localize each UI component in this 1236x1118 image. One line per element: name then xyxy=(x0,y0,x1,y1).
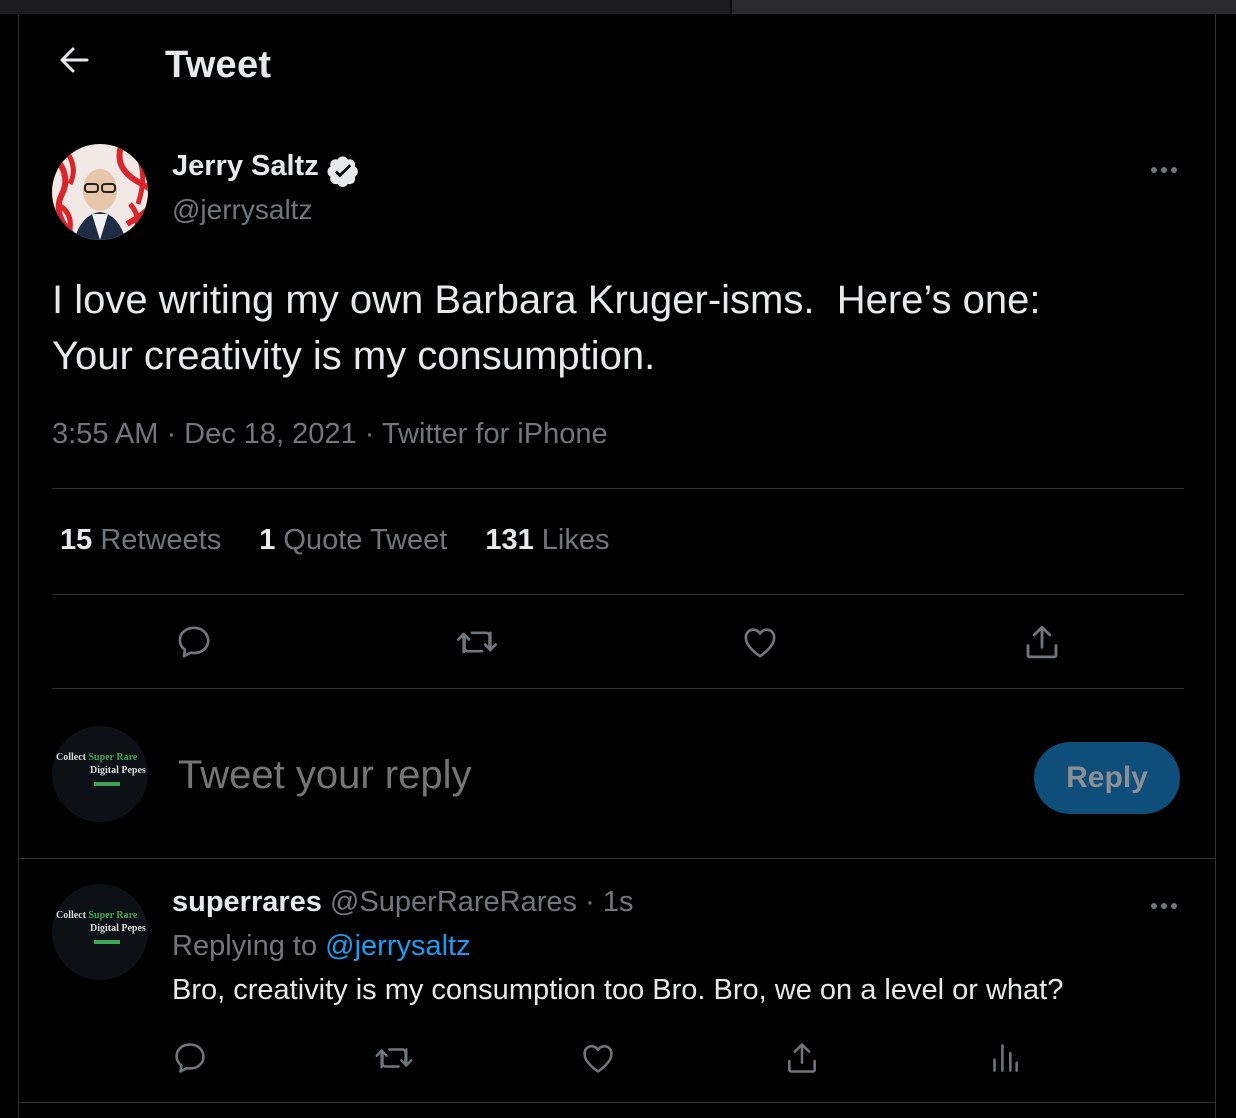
more-options-icon[interactable] xyxy=(1146,892,1182,920)
retweets-label: Retweets xyxy=(100,524,222,556)
author-handle[interactable]: @jerrysaltz xyxy=(172,194,312,226)
divider xyxy=(52,688,1184,689)
divider xyxy=(52,488,1184,489)
reply-time[interactable]: · 1s xyxy=(585,886,633,918)
browser-top-bar xyxy=(0,0,1236,14)
avatar-logo-bar xyxy=(94,940,120,944)
comment-icon xyxy=(175,1043,205,1073)
retweet-icon xyxy=(375,1048,413,1069)
tweet-stats: 15 Retweets 1 Quote Tweet 131 Likes xyxy=(60,524,609,557)
avatar-logo-text: Collect Super Rare xyxy=(56,910,137,922)
divider xyxy=(18,858,1216,859)
avatar-logo-pepes: Digital Pepes xyxy=(90,765,146,776)
avatar-logo-pepes: Digital Pepes xyxy=(90,923,146,934)
reply-author-avatar[interactable]: Collect Super Rare Digital Pepes xyxy=(52,884,148,980)
divider xyxy=(52,594,1184,595)
avatar-logo-collect: Collect xyxy=(56,752,86,763)
avatar-image xyxy=(52,144,148,240)
divider xyxy=(18,1102,1216,1103)
like-action-button[interactable] xyxy=(738,620,782,664)
reply-author-handle[interactable]: @SuperRareRares xyxy=(330,886,577,918)
reply-header: superrares @SuperRareRares · 1s xyxy=(172,886,633,919)
reply-retweet-button[interactable] xyxy=(372,1036,416,1080)
quotes-stat[interactable]: 1 Quote Tweet xyxy=(259,524,447,557)
reply-author-name[interactable]: superrares xyxy=(172,886,322,918)
comment-icon xyxy=(178,626,210,658)
replying-to-mention[interactable]: @jerrysaltz xyxy=(325,930,470,962)
author-avatar[interactable] xyxy=(52,144,148,240)
heart-icon xyxy=(744,628,776,658)
reply-action-button[interactable] xyxy=(172,620,216,664)
retweet-icon xyxy=(457,631,497,654)
reply-button[interactable]: Reply xyxy=(1034,742,1180,814)
heart-icon xyxy=(583,1045,613,1073)
share-action-button[interactable] xyxy=(1020,620,1064,664)
author-name[interactable]: Jerry Saltz xyxy=(172,150,319,183)
avatar-logo-superrare: Super Rare xyxy=(88,752,138,763)
avatar-logo-bar xyxy=(94,782,120,786)
reply-like-button[interactable] xyxy=(576,1036,620,1080)
tweet-text: I love writing my own Barbara Kruger-ism… xyxy=(52,278,1041,378)
browser-tab[interactable] xyxy=(732,0,1236,14)
quotes-count: 1 xyxy=(259,524,276,556)
page-title: Tweet xyxy=(165,44,272,86)
likes-count: 131 xyxy=(485,524,534,556)
retweet-action-button[interactable] xyxy=(455,620,499,664)
replying-to: Replying to @jerrysaltz xyxy=(172,930,471,963)
reply-comment-button[interactable] xyxy=(168,1036,212,1080)
retweets-count: 15 xyxy=(60,524,93,556)
share-icon xyxy=(788,1043,816,1073)
reply-share-button[interactable] xyxy=(780,1036,824,1080)
verified-badge-icon xyxy=(327,156,358,187)
avatar-logo-superrare: Super Rare xyxy=(88,910,138,921)
browser-tab-active[interactable] xyxy=(0,0,730,14)
share-icon xyxy=(1026,625,1058,659)
likes-stat[interactable]: 131 Likes xyxy=(485,524,609,557)
back-button[interactable] xyxy=(52,38,96,82)
more-options-icon[interactable] xyxy=(1146,156,1182,184)
reply-analytics-button[interactable] xyxy=(982,1036,1026,1080)
composer-avatar[interactable]: Collect Super Rare Digital Pepes xyxy=(52,726,148,822)
analytics-icon xyxy=(993,1044,1018,1072)
quotes-label: Quote Tweet xyxy=(283,524,448,556)
reply-input[interactable] xyxy=(176,752,980,799)
avatar-logo-collect: Collect xyxy=(56,910,86,921)
replying-to-label: Replying to xyxy=(172,930,318,962)
reply-text: Bro, creativity is my consumption too Br… xyxy=(172,974,1064,1006)
avatar-logo-text: Collect Super Rare xyxy=(56,752,137,764)
retweets-stat[interactable]: 15 Retweets xyxy=(60,524,221,557)
arrow-left-icon xyxy=(60,47,89,73)
likes-label: Likes xyxy=(541,524,610,556)
tweet-timestamp[interactable]: 3:55 AM · Dec 18, 2021 · Twitter for iPh… xyxy=(52,418,608,451)
